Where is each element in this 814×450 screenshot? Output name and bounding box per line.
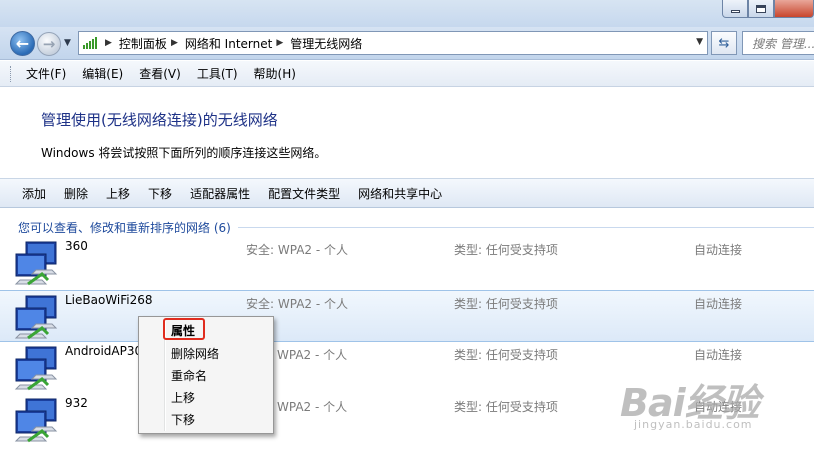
network-type: 类型: 任何受支持项 [454,297,558,311]
wireless-network-icon [14,295,58,340]
breadcrumb-network-internet[interactable]: 网络和 Internet [185,35,272,52]
menu-file[interactable]: 文件(F) [26,65,66,82]
adapter-properties-button[interactable]: 适配器属性 [190,185,250,202]
move-down-button[interactable]: 下移 [148,185,172,202]
network-security: WPA2 - 个人 [277,400,348,414]
wireless-network-icon [14,398,58,443]
context-menu: 属性 删除网络 重命名 上移 下移 [138,316,274,434]
add-button[interactable]: 添加 [22,185,46,202]
breadcrumb-separator[interactable]: ▶ [105,38,112,48]
context-menu-properties[interactable]: 属性 [171,322,195,339]
menu-edit[interactable]: 编辑(E) [82,65,123,82]
maximize-button[interactable] [748,0,774,18]
address-dropdown-icon[interactable]: ▼ [696,37,703,47]
page-title: 管理使用(无线网络连接)的无线网络 [41,111,278,129]
network-row[interactable]: 360 安全: WPA2 - 个人 类型: 任何受支持项 自动连接 [0,237,814,289]
refresh-icon: ⇆ [718,35,730,51]
arrow-right-icon: → [42,35,56,53]
watermark-url: jingyan.baidu.com [634,418,753,431]
menu-tools[interactable]: 工具(T) [197,65,238,82]
network-type: 类型: 任何受支持项 [454,348,558,362]
command-bar: 添加 删除 上移 下移 适配器属性 配置文件类型 网络和共享中心 [0,178,814,208]
navigation-bar: ← → ▼ ▶ 控制面板 ▶ 网络和 Internet ▶ 管理无线网络 ▼ ⇆… [0,27,814,60]
context-menu-delete-network[interactable]: 删除网络 [171,345,219,362]
network-type: 类型: 任何受支持项 [454,243,558,257]
arrow-left-icon: ← [15,34,30,53]
network-connection-mode: 自动连接 [694,243,743,257]
network-name: AndroidAP30 [65,344,143,358]
delete-button[interactable]: 删除 [64,185,88,202]
network-security: 安全: WPA2 - 个人 [246,297,348,311]
chevron-down-icon: ▼ [64,38,71,48]
page-description: Windows 将尝试按照下面所列的顺序连接这些网络。 [41,146,327,160]
network-connection-mode: 自动连接 [694,348,743,362]
network-type: 类型: 任何受支持项 [454,400,558,414]
back-button[interactable]: ← [10,31,35,56]
minimize-icon [730,10,740,13]
title-bar [0,0,814,27]
search-input[interactable]: 搜索 管理... [742,31,814,55]
network-sharing-center-button[interactable]: 网络和共享中心 [358,185,442,202]
recent-pages-button[interactable]: ▼ [64,38,71,48]
group-header[interactable]: 您可以查看、修改和重新排序的网络 (6) [18,219,231,236]
network-row-selected[interactable]: LieBaoWiFi268 安全: WPA2 - 个人 类型: 任何受支持项 自… [0,290,814,342]
network-security: 安全: WPA2 - 个人 [246,243,348,257]
breadcrumb-separator[interactable]: ▶ [276,38,283,48]
menu-view[interactable]: 查看(V) [139,65,181,82]
context-menu-move-up[interactable]: 上移 [171,389,195,406]
watermark: Bai经验 jingyan.baidu.com [612,372,812,450]
breadcrumb-control-panel[interactable]: 控制面板 [119,35,167,52]
network-signal-icon [79,32,101,54]
window-controls [722,0,814,20]
wireless-network-icon [14,241,58,286]
network-connection-mode: 自动连接 [694,297,743,311]
network-name: 360 [65,239,88,253]
close-button[interactable] [774,0,814,18]
network-name: 932 [65,396,88,410]
toolbar-grip[interactable] [10,66,13,82]
context-menu-move-down[interactable]: 下移 [171,411,195,428]
minimize-button[interactable] [722,0,748,18]
context-menu-rename[interactable]: 重命名 [171,367,207,384]
address-bar[interactable]: ▶ 控制面板 ▶ 网络和 Internet ▶ 管理无线网络 ▼ [78,31,708,55]
group-divider [238,227,814,228]
maximize-icon [756,4,766,13]
forward-button[interactable]: → [37,32,61,56]
refresh-button[interactable]: ⇆ [711,31,737,55]
wireless-network-icon [14,346,58,391]
menu-bar: 文件(F) 编辑(E) 查看(V) 工具(T) 帮助(H) [0,61,814,87]
breadcrumb-separator[interactable]: ▶ [171,38,178,48]
network-security: WPA2 - 个人 [277,348,348,362]
network-name: LieBaoWiFi268 [65,293,153,307]
menu-help[interactable]: 帮助(H) [254,65,296,82]
move-up-button[interactable]: 上移 [106,185,130,202]
profile-type-button[interactable]: 配置文件类型 [268,185,340,202]
breadcrumb-manage-wireless[interactable]: 管理无线网络 [290,35,362,52]
